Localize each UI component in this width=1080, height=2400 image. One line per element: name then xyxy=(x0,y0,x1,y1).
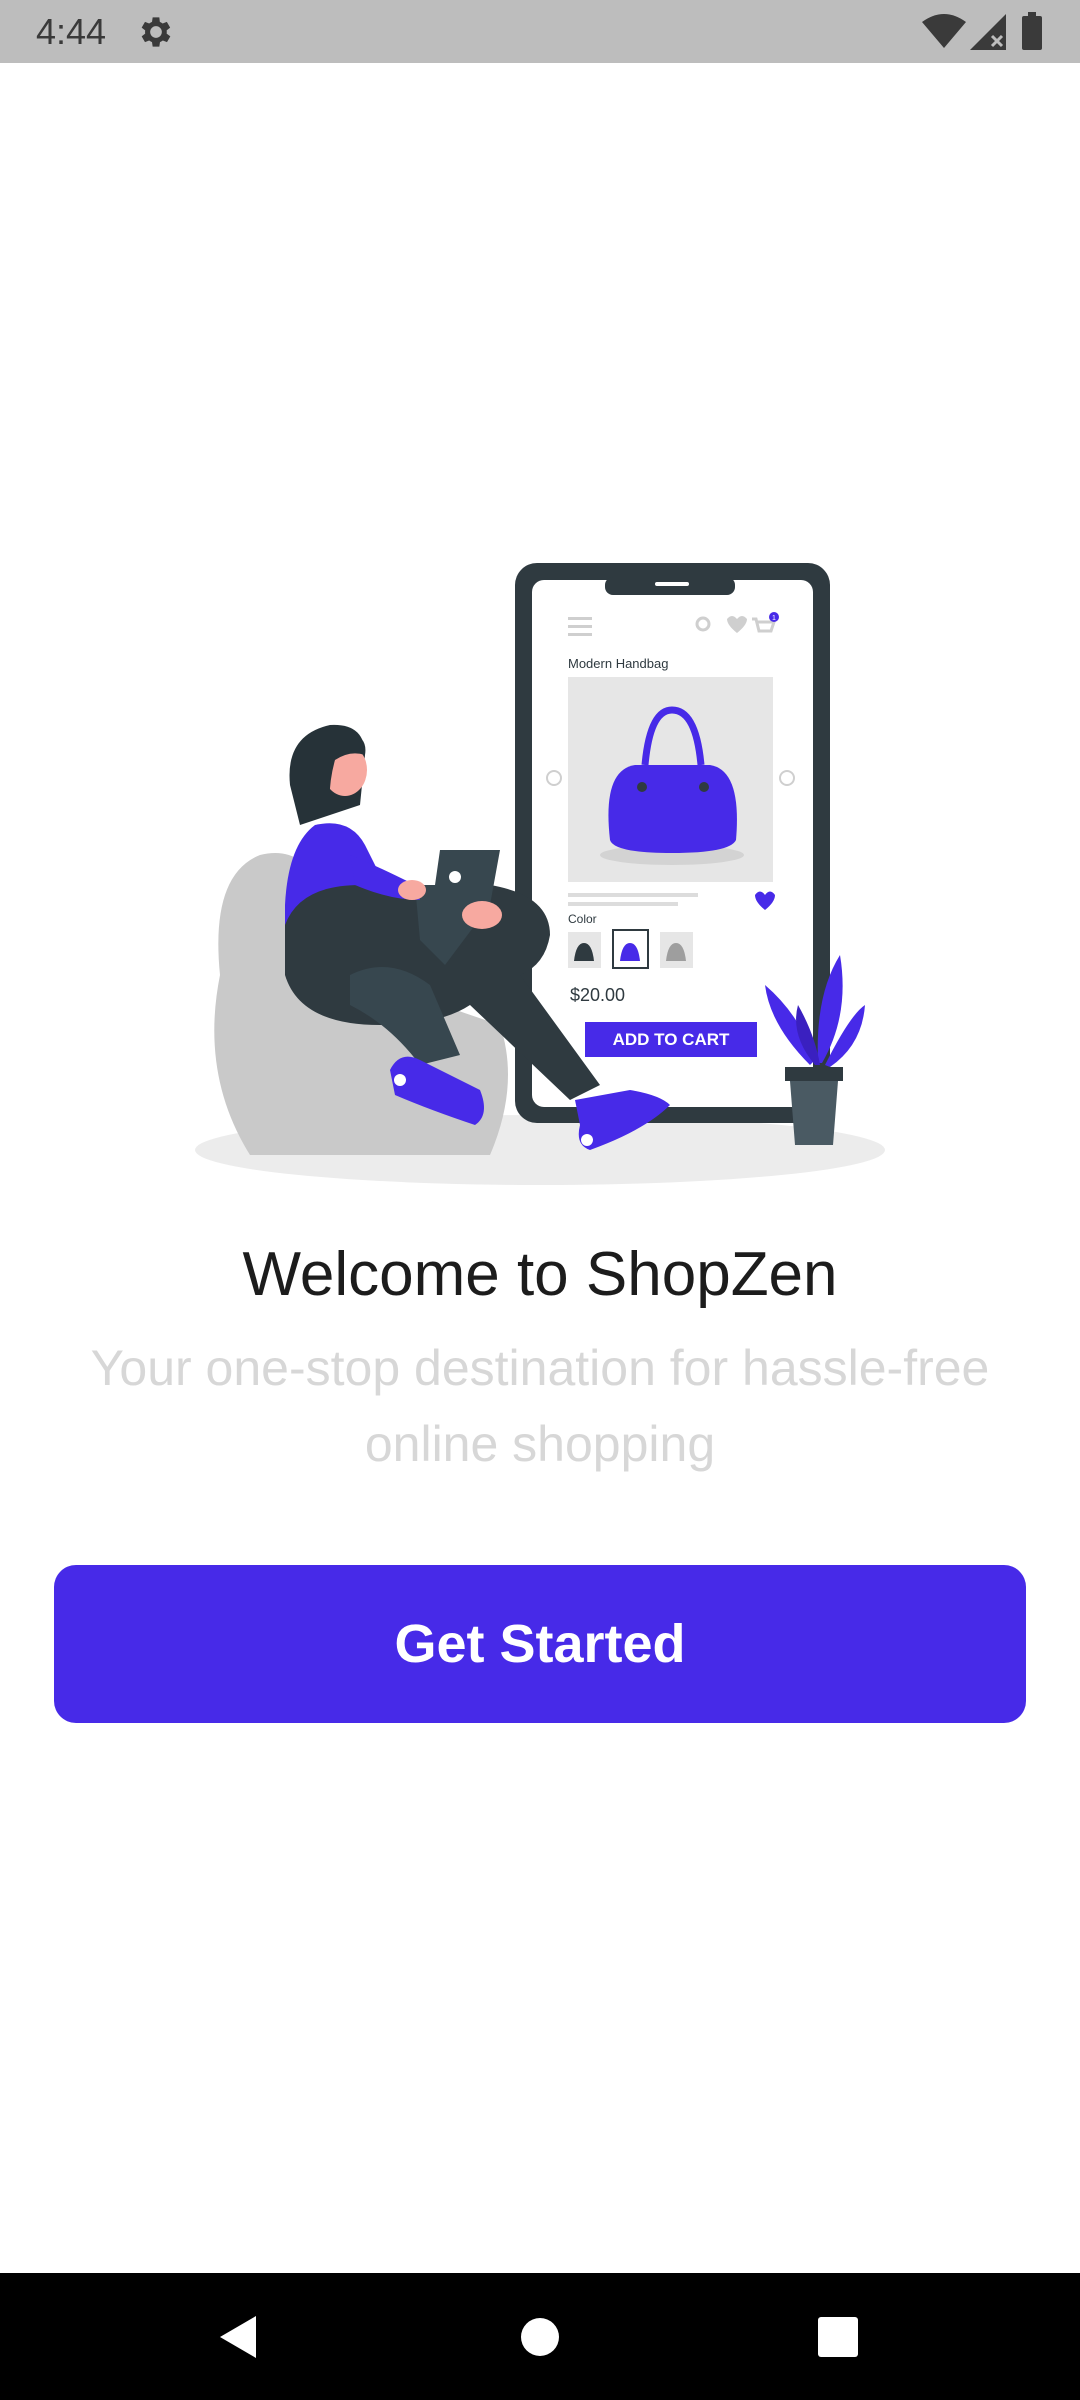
nav-home-button[interactable] xyxy=(480,2273,600,2400)
app-screen: 4:44 1 Modern Handbag Color $20.00 ADD T… xyxy=(0,0,1080,2400)
color-label: Color xyxy=(568,912,597,926)
system-nav-bar xyxy=(0,2273,1080,2400)
nav-recents-button[interactable] xyxy=(778,2273,898,2400)
nav-back-button[interactable] xyxy=(178,2273,298,2400)
welcome-title: Welcome to ShopZen xyxy=(242,1240,838,1309)
cart-badge-count: 1 xyxy=(772,615,776,622)
welcome-subtitle: Your one-stop destination for hassle-fre… xyxy=(90,1340,990,1472)
wifi-icon xyxy=(922,14,966,48)
status-bar: 4:44 xyxy=(0,0,1080,63)
status-time: 4:44 xyxy=(36,11,107,52)
product-title: Modern Handbag xyxy=(568,656,668,671)
back-icon xyxy=(220,2315,256,2358)
get-started-label: Get Started xyxy=(394,1614,686,1674)
price: $20.00 xyxy=(570,985,625,1005)
battery-icon xyxy=(1022,12,1042,50)
add-to-cart-label: ADD TO CART xyxy=(613,1030,730,1049)
get-started-button[interactable]: Get Started xyxy=(54,1565,1026,1723)
menu-icon xyxy=(568,617,592,636)
home-icon xyxy=(521,2317,559,2356)
gear-icon xyxy=(141,17,171,47)
cell-signal-icon xyxy=(970,14,1006,50)
onboarding-illustration: 1 Modern Handbag Color $20.00 ADD TO CAR… xyxy=(195,563,885,1185)
recents-icon xyxy=(818,2316,858,2357)
handbag-icon xyxy=(608,765,737,853)
